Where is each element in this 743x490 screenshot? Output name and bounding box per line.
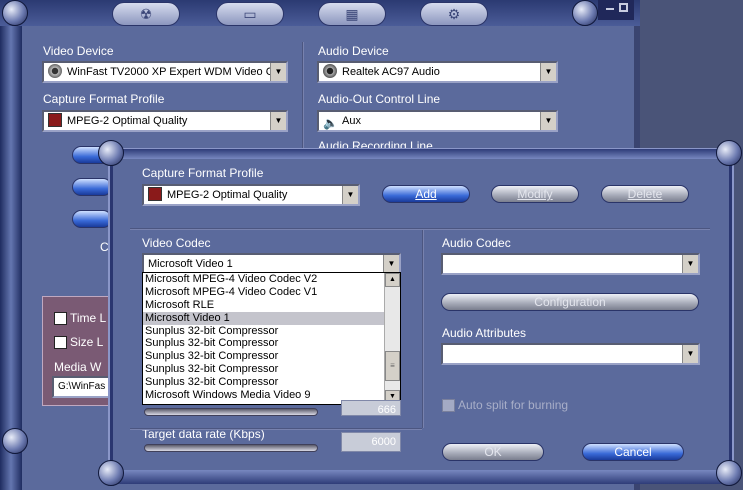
cancel-button[interactable]: Cancel xyxy=(582,443,684,461)
dialog-bottom-frame xyxy=(110,470,732,484)
video-codec-label: Video Codec xyxy=(142,236,211,250)
size-limit-label: Size L xyxy=(70,335,104,349)
tools-icon: ⚙ xyxy=(447,6,461,22)
codec-option[interactable]: Sunplus 32-bit Compressor xyxy=(143,325,400,338)
chevron-down-icon[interactable]: ▼ xyxy=(540,112,556,130)
video-device-label: Video Device xyxy=(43,44,114,58)
film-tab-button[interactable]: ▦ xyxy=(318,2,386,26)
capture-profile-value: MPEG-2 Optimal Quality xyxy=(67,115,188,127)
codec-option[interactable]: Microsoft Video 1 xyxy=(143,311,400,325)
horizontal-divider xyxy=(130,228,710,230)
video-codec-value: Microsoft Video 1 xyxy=(148,258,233,270)
codec-option[interactable]: Microsoft RLE xyxy=(143,299,400,312)
dialog-capture-profile-label: Capture Format Profile xyxy=(142,166,264,180)
corner-knob-icon xyxy=(2,0,28,26)
codec-option[interactable]: Sunplus 32-bit Compressor xyxy=(143,337,400,350)
codec-option[interactable]: Sunplus 32-bit Compressor xyxy=(143,376,400,389)
chevron-down-icon[interactable]: ▼ xyxy=(540,63,556,81)
settings-button[interactable] xyxy=(72,178,112,196)
modify-button[interactable]: Modify xyxy=(491,185,579,203)
codec-option[interactable]: Microsoft MPEG-4 Video Codec V2 xyxy=(143,273,400,286)
dialog-capture-profile-value: MPEG-2 Optimal Quality xyxy=(167,189,288,201)
chevron-down-icon[interactable]: ▼ xyxy=(270,63,286,81)
audio-codec-label: Audio Codec xyxy=(442,236,511,250)
time-limit-checkbox[interactable] xyxy=(54,312,67,325)
codec-option[interactable]: Microsoft MPEG-4 Video Codec V1 xyxy=(143,286,400,299)
media-path-input[interactable]: G:\WinFas xyxy=(52,376,112,398)
window-left-rail xyxy=(0,26,22,490)
audio-out-select[interactable]: 🔈 Aux ▼ xyxy=(317,110,558,132)
capture-profile-label: Capture Format Profile xyxy=(43,92,165,106)
tools-tab-button[interactable]: ⚙ xyxy=(420,2,488,26)
horizontal-divider xyxy=(130,428,422,430)
vertical-divider xyxy=(422,230,424,428)
video-device-select[interactable]: WinFast TV2000 XP Expert WDM Video C ▼ xyxy=(42,61,288,83)
options-button[interactable] xyxy=(72,210,112,228)
dvd-tab-button[interactable]: ▭ xyxy=(216,2,284,26)
audio-out-value: Aux xyxy=(342,115,361,127)
chevron-down-icon[interactable]: ▼ xyxy=(383,255,399,273)
dialog-capture-profile-select[interactable]: MPEG-2 Optimal Quality ▼ xyxy=(142,184,360,206)
audio-device-value: Realtek AC97 Audio xyxy=(342,66,440,78)
chevron-down-icon[interactable]: ▼ xyxy=(342,186,358,204)
quality-value: 666 xyxy=(377,404,396,416)
video-device-value: WinFast TV2000 XP Expert WDM Video C xyxy=(67,66,274,78)
add-button[interactable]: Add xyxy=(382,185,470,203)
volume-icon: 🔈 xyxy=(323,116,338,130)
media-label: Media W xyxy=(54,360,102,374)
corner-knob-icon xyxy=(716,460,742,486)
scroll-up-icon[interactable]: ▲ xyxy=(385,273,400,287)
scroll-thumb[interactable]: ≡ xyxy=(385,351,400,381)
webcam-icon xyxy=(48,64,62,78)
minimize-icon[interactable] xyxy=(606,8,614,10)
film-icon: ▦ xyxy=(345,6,359,22)
capture-profile-select[interactable]: MPEG-2 Optimal Quality ▼ xyxy=(42,110,288,132)
delete-button[interactable]: Delete xyxy=(601,185,689,203)
dvd-icon: ▭ xyxy=(243,6,257,22)
speaker-icon xyxy=(323,64,337,78)
configuration-button[interactable]: Configuration xyxy=(441,293,699,311)
audio-attributes-label: Audio Attributes xyxy=(442,326,527,340)
chevron-down-icon[interactable]: ▼ xyxy=(682,255,698,273)
time-limit-label: Time L xyxy=(70,311,107,325)
size-limit-checkbox[interactable] xyxy=(54,336,67,349)
dropdown-scrollbar[interactable]: ▲ ≡ ▼ xyxy=(384,273,400,404)
chevron-down-icon[interactable]: ▼ xyxy=(682,345,698,363)
target-rate-value: 6000 xyxy=(371,436,396,448)
codec-option[interactable]: Sunplus 32-bit Compressor xyxy=(143,350,400,363)
codec-option[interactable]: Sunplus 32-bit Compressor xyxy=(143,363,400,376)
corner-knob-icon xyxy=(98,140,124,166)
tv-icon: ☢ xyxy=(139,6,153,22)
audio-codec-select[interactable]: ▼ xyxy=(441,253,700,275)
audio-device-label: Audio Device xyxy=(318,44,389,58)
chevron-down-icon[interactable]: ▼ xyxy=(270,112,286,130)
video-codec-dropdown-list[interactable]: Microsoft MPEG-4 Video Codec V2 Microsoft… xyxy=(142,272,401,405)
auto-split-checkbox[interactable] xyxy=(442,399,455,412)
audio-out-label: Audio-Out Control Line xyxy=(318,92,441,106)
corner-knob-icon xyxy=(716,140,742,166)
corner-knob-icon xyxy=(98,460,124,486)
partial-label: C xyxy=(100,240,109,254)
target-rate-slider[interactable] xyxy=(144,444,318,452)
tv-tab-button[interactable]: ☢ xyxy=(112,2,180,26)
maximize-icon[interactable] xyxy=(619,3,628,12)
audio-attributes-select[interactable]: ▼ xyxy=(441,343,700,365)
corner-knob-icon xyxy=(572,0,598,26)
target-rate-input[interactable]: 6000 xyxy=(341,432,401,452)
corner-knob-icon xyxy=(2,428,28,454)
dialog-top-frame xyxy=(110,149,732,159)
auto-split-label: Auto split for burning xyxy=(458,398,569,412)
profile-icon xyxy=(148,187,162,201)
quality-value-box[interactable]: 666 xyxy=(341,400,401,416)
profile-icon xyxy=(48,113,62,127)
audio-device-select[interactable]: Realtek AC97 Audio ▼ xyxy=(317,61,558,83)
vertical-divider xyxy=(302,42,304,152)
media-path-value: G:\WinFas xyxy=(58,381,106,392)
ok-button[interactable]: OK xyxy=(442,443,544,461)
quality-slider[interactable] xyxy=(144,408,318,416)
window-controls xyxy=(598,0,634,20)
